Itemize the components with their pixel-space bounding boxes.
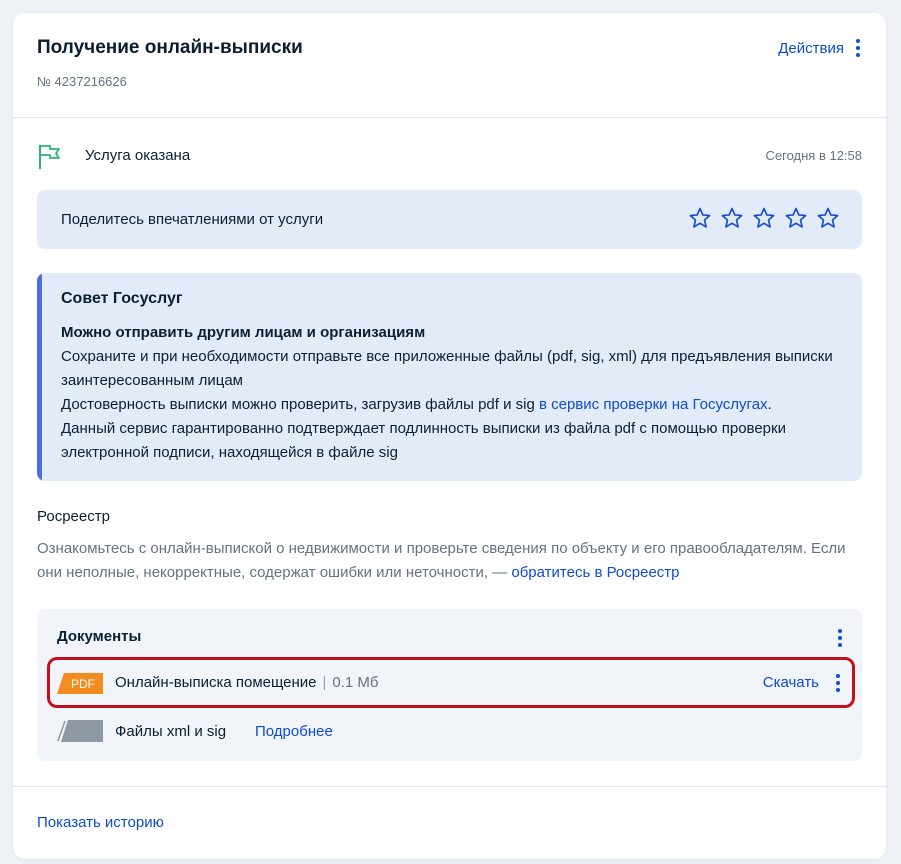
pdf-file-icon: PDF bbox=[57, 673, 103, 694]
status-row: Услуга оказана Сегодня в 12:58 bbox=[37, 143, 862, 171]
status-text: Услуга оказана bbox=[85, 147, 191, 164]
request-number: № 4237216626 bbox=[37, 74, 127, 89]
rating-prompt: Поделитесь впечатлениями от услуги bbox=[61, 211, 324, 228]
document-name: Онлайн-выписка помещение | 0.1 Мб bbox=[115, 674, 379, 691]
header-divider bbox=[13, 117, 886, 118]
star-icon[interactable] bbox=[816, 205, 840, 231]
org-description: Ознакомьтесь с онлайн-выпиской о недвижи… bbox=[37, 537, 866, 585]
pdf-badge-label: PDF bbox=[71, 677, 95, 691]
star-icon[interactable] bbox=[720, 205, 744, 231]
document-title: Онлайн-выписка помещение bbox=[115, 674, 317, 691]
extra-files-row: Файлы xml и sig Подробнее bbox=[57, 719, 457, 745]
download-button[interactable]: Скачать bbox=[763, 674, 819, 691]
document-more-icon[interactable] bbox=[834, 674, 842, 692]
star-icon[interactable] bbox=[688, 205, 712, 231]
show-history-link[interactable]: Показать историю bbox=[37, 814, 164, 831]
actions-label: Действия bbox=[778, 39, 844, 57]
flag-icon bbox=[39, 145, 60, 169]
document-size: 0.1 Мб bbox=[332, 674, 379, 691]
advice-line: Сохраните и при необходимости отправьте … bbox=[61, 348, 833, 389]
footer-divider bbox=[13, 786, 886, 787]
file-archive-icon bbox=[57, 720, 103, 742]
documents-more-icon[interactable] bbox=[836, 629, 844, 647]
org-description-text: Ознакомьтесь с онлайн-выпиской о недвижи… bbox=[37, 540, 846, 581]
extra-files-name: Файлы xml и sig bbox=[115, 723, 227, 740]
advice-line: Достоверность выписки можно проверить, з… bbox=[61, 393, 842, 417]
actions-button[interactable]: Действия bbox=[778, 39, 862, 57]
advice-line-suffix: . bbox=[767, 396, 772, 413]
contact-rosreestr-link[interactable]: обратитесь в Росреестр bbox=[511, 564, 679, 581]
advice-line-text: Достоверность выписки можно проверить, з… bbox=[61, 396, 539, 413]
advice-panel: Совет Госуслуг Можно отправить другим ли… bbox=[37, 273, 862, 481]
document-row: PDF Онлайн-выписка помещение | 0.1 Мб Скач… bbox=[47, 657, 855, 708]
more-details-link[interactable]: Подробнее bbox=[255, 723, 333, 740]
check-service-link[interactable]: в сервис проверки на Госуслугах bbox=[539, 396, 768, 413]
rating-panel: Поделитесь впечатлениями от услуги bbox=[37, 190, 862, 249]
star-icon[interactable] bbox=[784, 205, 808, 231]
advice-accent-bar bbox=[37, 273, 42, 481]
advice-title: Совет Госуслуг bbox=[61, 290, 183, 307]
advice-line: Данный сервис гарантированно подтверждае… bbox=[61, 420, 786, 461]
more-vertical-icon bbox=[854, 39, 862, 57]
document-separator: | bbox=[322, 674, 327, 691]
page-title: Получение онлайн-выписки bbox=[37, 37, 303, 58]
advice-subtitle: Можно отправить другим лицам и организац… bbox=[61, 324, 426, 341]
documents-title: Документы bbox=[57, 628, 142, 645]
org-name: Росреестр bbox=[37, 508, 110, 525]
advice-body: Можно отправить другим лицам и организац… bbox=[61, 321, 842, 465]
star-icon[interactable] bbox=[752, 205, 776, 231]
status-time: Сегодня в 12:58 bbox=[765, 148, 862, 163]
rating-stars bbox=[688, 205, 840, 231]
documents-panel: Документы PDF Онлайн-выписка помещение | 0… bbox=[37, 609, 862, 761]
service-card: Получение онлайн-выписки № 4237216626 Де… bbox=[13, 13, 886, 859]
